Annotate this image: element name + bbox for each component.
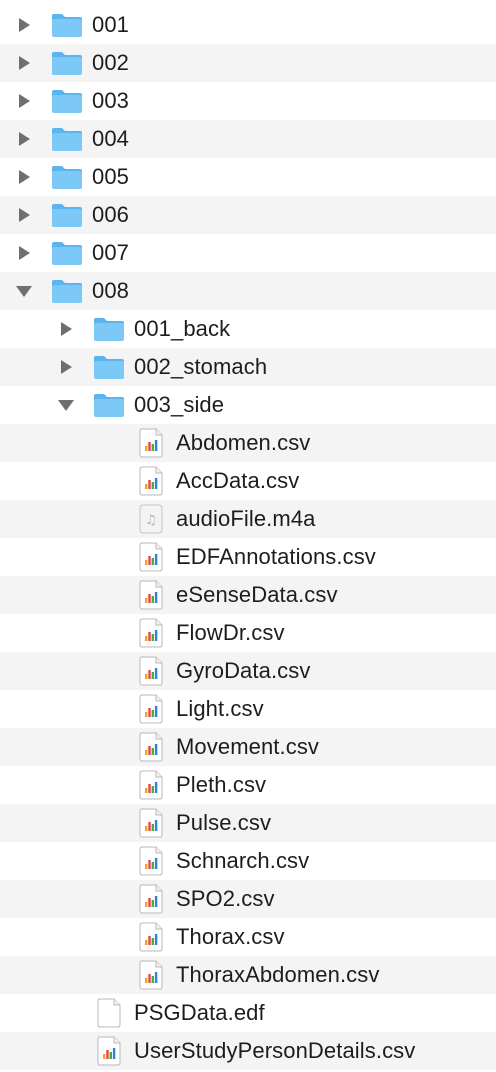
folder-icon — [51, 82, 83, 120]
file-row[interactable]: EDFAnnotations.csv — [0, 538, 496, 576]
file-name: PSGData.edf — [134, 1000, 265, 1025]
folder-row[interactable]: 002 — [0, 44, 496, 82]
document-icon — [97, 994, 121, 1032]
file-row[interactable]: Movement.csv — [0, 728, 496, 766]
file-name: audioFile.m4a — [176, 506, 316, 531]
file-row[interactable]: Pleth.csv — [0, 766, 496, 804]
folder-name: 001_back — [134, 316, 231, 341]
file-name: Pulse.csv — [176, 810, 272, 835]
folder-row[interactable]: 006 — [0, 196, 496, 234]
folder-name: 002 — [92, 50, 130, 75]
folder-name: 002_stomach — [134, 354, 268, 379]
folder-icon — [93, 310, 125, 348]
folder-name: 006 — [92, 202, 130, 227]
file-row[interactable]: ♫ audioFile.m4a — [0, 500, 496, 538]
file-row[interactable]: AccData.csv — [0, 462, 496, 500]
folder-row[interactable]: 007 — [0, 234, 496, 272]
disclosure-triangle-collapsed-icon[interactable] — [12, 196, 36, 234]
file-name: eSenseData.csv — [176, 582, 338, 607]
disclosure-triangle-collapsed-icon[interactable] — [54, 310, 78, 348]
csv-file-icon — [139, 538, 163, 576]
folder-icon — [51, 120, 83, 158]
folder-name: 003 — [92, 88, 130, 113]
csv-file-icon — [139, 918, 163, 956]
folder-row[interactable]: 001_back — [0, 310, 496, 348]
file-name: Light.csv — [176, 696, 264, 721]
file-name: SPO2.csv — [176, 886, 275, 911]
file-row[interactable]: Light.csv — [0, 690, 496, 728]
csv-file-icon — [139, 614, 163, 652]
folder-icon — [51, 6, 83, 44]
folder-icon — [51, 196, 83, 234]
file-name: ThoraxAbdomen.csv — [176, 962, 380, 987]
folder-name: 003_side — [134, 392, 225, 417]
csv-file-icon — [139, 652, 163, 690]
file-tree: 001 002 003 004 005 006 007 008 001_back 002_stom… — [0, 0, 496, 1072]
file-name: UserStudyPersonDetails.csv — [134, 1038, 416, 1063]
disclosure-triangle-expanded-icon[interactable] — [54, 386, 78, 424]
folder-row[interactable]: 004 — [0, 120, 496, 158]
audio-file-icon: ♫ — [139, 500, 163, 538]
file-row[interactable]: PSGData.edf — [0, 994, 496, 1032]
csv-file-icon — [139, 728, 163, 766]
file-name: AccData.csv — [176, 468, 300, 493]
file-row[interactable]: Pulse.csv — [0, 804, 496, 842]
disclosure-triangle-collapsed-icon[interactable] — [12, 120, 36, 158]
file-row[interactable]: eSenseData.csv — [0, 576, 496, 614]
folder-row[interactable]: 002_stomach — [0, 348, 496, 386]
folder-row[interactable]: 008 — [0, 272, 496, 310]
csv-file-icon — [139, 804, 163, 842]
file-row[interactable]: GyroData.csv — [0, 652, 496, 690]
folder-row[interactable]: 005 — [0, 158, 496, 196]
folder-row[interactable]: 003_side — [0, 386, 496, 424]
folder-icon — [51, 272, 83, 310]
folder-icon — [51, 234, 83, 272]
folder-name: 008 — [92, 278, 130, 303]
file-row[interactable]: UserStudyPersonDetails.csv — [0, 1032, 496, 1070]
folder-row[interactable]: 003 — [0, 82, 496, 120]
file-name: Pleth.csv — [176, 772, 267, 797]
file-row[interactable]: SPO2.csv — [0, 880, 496, 918]
disclosure-triangle-collapsed-icon[interactable] — [12, 44, 36, 82]
folder-icon — [93, 386, 125, 424]
csv-file-icon — [139, 880, 163, 918]
csv-file-icon — [139, 462, 163, 500]
folder-name: 004 — [92, 126, 130, 151]
disclosure-triangle-collapsed-icon[interactable] — [54, 348, 78, 386]
csv-file-icon — [139, 690, 163, 728]
disclosure-triangle-collapsed-icon[interactable] — [12, 158, 36, 196]
file-row[interactable]: Schnarch.csv — [0, 842, 496, 880]
folder-icon — [93, 348, 125, 386]
folder-row[interactable]: 001 — [0, 6, 496, 44]
file-name: FlowDr.csv — [176, 620, 285, 645]
folder-icon — [51, 44, 83, 82]
file-row[interactable]: ThoraxAbdomen.csv — [0, 956, 496, 994]
folder-name: 001 — [92, 12, 130, 37]
file-name: Abdomen.csv — [176, 430, 311, 455]
folder-name: 007 — [92, 240, 130, 265]
file-row[interactable]: FlowDr.csv — [0, 614, 496, 652]
file-name: Movement.csv — [176, 734, 320, 759]
disclosure-triangle-collapsed-icon[interactable] — [12, 82, 36, 120]
csv-file-icon — [139, 842, 163, 880]
file-row[interactable]: Thorax.csv — [0, 918, 496, 956]
csv-file-icon — [139, 576, 163, 614]
file-name: GyroData.csv — [176, 658, 311, 683]
svg-text:♫: ♫ — [145, 513, 157, 528]
file-row[interactable]: Abdomen.csv — [0, 424, 496, 462]
csv-file-icon — [139, 424, 163, 462]
disclosure-triangle-collapsed-icon[interactable] — [12, 234, 36, 272]
csv-file-icon — [139, 956, 163, 994]
folder-icon — [51, 158, 83, 196]
folder-name: 005 — [92, 164, 130, 189]
csv-file-icon — [139, 766, 163, 804]
file-name: Schnarch.csv — [176, 848, 310, 873]
csv-file-icon — [97, 1032, 121, 1070]
file-name: EDFAnnotations.csv — [176, 544, 376, 569]
disclosure-triangle-expanded-icon[interactable] — [12, 272, 36, 310]
file-name: Thorax.csv — [176, 924, 285, 949]
disclosure-triangle-collapsed-icon[interactable] — [12, 6, 36, 44]
